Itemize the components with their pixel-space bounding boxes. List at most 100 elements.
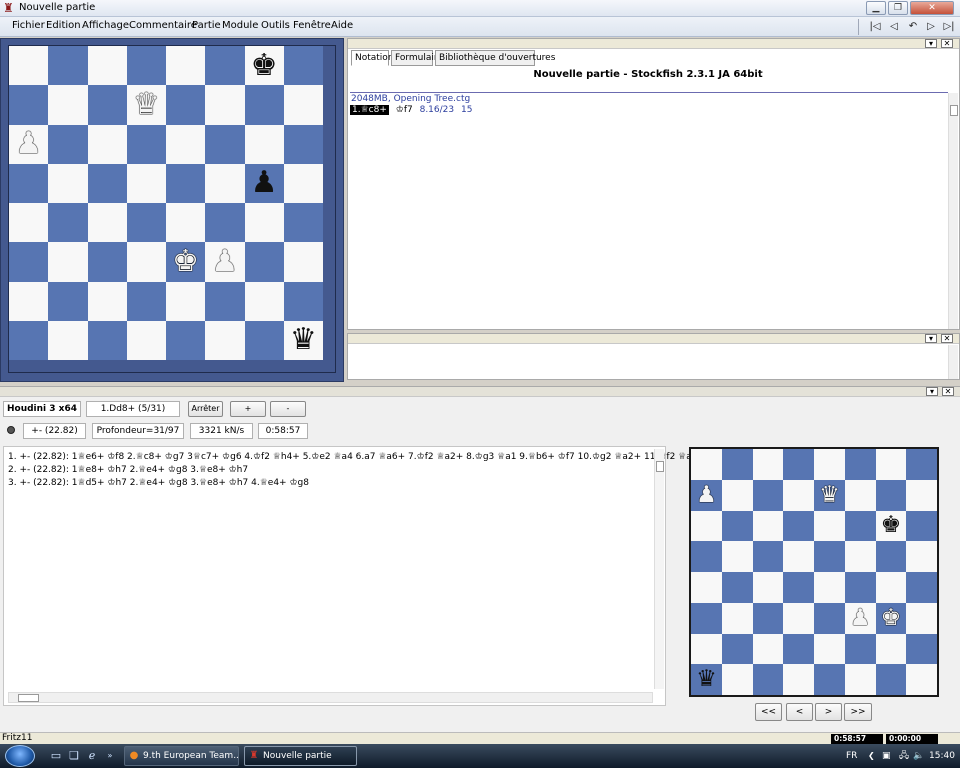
- small-square-e6[interactable]: [814, 510, 845, 542]
- panel-close-icon[interactable]: ✕: [941, 39, 953, 48]
- white-king-g3[interactable]: ♚: [876, 603, 907, 634]
- analysis-vscroll-thumb[interactable]: [656, 461, 664, 472]
- small-square-f4[interactable]: [844, 572, 876, 603]
- small-square-c3[interactable]: [752, 602, 784, 634]
- board-first-button[interactable]: <<: [755, 703, 782, 721]
- small-square-b2[interactable]: [721, 633, 753, 665]
- main-square-e1[interactable]: [166, 320, 206, 360]
- black-queen-h1[interactable]: ♛: [284, 321, 323, 360]
- main-square-g7[interactable]: [244, 85, 284, 125]
- main-square-a2[interactable]: [9, 281, 49, 321]
- white-pawn-a7[interactable]: ♟: [691, 480, 722, 511]
- black-king-g6[interactable]: ♚: [876, 511, 907, 542]
- last-move-icon[interactable]: ▷|: [941, 19, 957, 35]
- secondary-scrollbar[interactable]: [948, 345, 958, 379]
- analysis-hscroll[interactable]: [8, 692, 653, 703]
- main-square-b7[interactable]: [48, 85, 88, 125]
- small-square-h3[interactable]: [906, 602, 937, 634]
- small-square-b5[interactable]: [721, 541, 753, 572]
- takeback-icon[interactable]: ↶: [905, 19, 921, 35]
- menu-module[interactable]: Module: [222, 20, 258, 31]
- menu-fichier[interactable]: Fichier: [12, 20, 45, 31]
- small-square-e3[interactable]: [814, 602, 845, 634]
- main-square-e8[interactable]: [166, 46, 206, 86]
- small-square-a6[interactable]: [691, 510, 722, 542]
- main-square-c5[interactable]: [87, 163, 127, 203]
- main-square-a5[interactable]: [9, 163, 49, 203]
- small-square-b1[interactable]: [721, 664, 753, 695]
- small-square-h1[interactable]: [906, 664, 937, 695]
- white-king-e3[interactable]: ♚: [166, 242, 205, 281]
- small-square-d4[interactable]: [783, 572, 814, 603]
- black-queen-a1[interactable]: ♛: [691, 664, 722, 695]
- small-square-c1[interactable]: [752, 664, 784, 695]
- analysis-vscroll[interactable]: [654, 449, 664, 689]
- analysis-hscroll-thumb[interactable]: [18, 694, 39, 702]
- small-square-d6[interactable]: [783, 510, 814, 542]
- menu-aide[interactable]: Aide: [331, 20, 353, 31]
- small-square-d5[interactable]: [783, 541, 814, 572]
- main-square-g4[interactable]: [244, 203, 284, 243]
- menu-affichage[interactable]: Affichage: [82, 20, 129, 31]
- main-square-f7[interactable]: [205, 85, 245, 125]
- small-square-f8[interactable]: [844, 449, 876, 480]
- panel-close-icon[interactable]: ✕: [942, 387, 954, 396]
- white-pawn-a6[interactable]: ♟: [9, 125, 48, 164]
- small-square-h2[interactable]: [906, 633, 937, 665]
- small-square-a5[interactable]: [691, 541, 722, 572]
- menu-partie[interactable]: Partie: [192, 20, 221, 31]
- small-square-b6[interactable]: [721, 510, 753, 542]
- small-square-d7[interactable]: [783, 479, 814, 511]
- main-square-h4[interactable]: [283, 203, 323, 243]
- main-square-g1[interactable]: [244, 320, 284, 360]
- analysis-line-1[interactable]: 1. +- (22.82): 1♕e6+ ♔f8 2.♕c8+ ♔g7 3♕c7…: [8, 452, 692, 462]
- main-square-d2[interactable]: [126, 281, 166, 321]
- main-square-d5[interactable]: [126, 163, 166, 203]
- main-square-f5[interactable]: [205, 163, 245, 203]
- small-square-f2[interactable]: [844, 633, 876, 665]
- reply-move[interactable]: ♔f7: [396, 105, 413, 115]
- next-move-icon[interactable]: ▷: [923, 19, 939, 35]
- small-square-c4[interactable]: [752, 572, 784, 603]
- main-square-b8[interactable]: [48, 46, 88, 86]
- white-pawn-f3[interactable]: ♟: [845, 603, 876, 634]
- main-square-a7[interactable]: [9, 85, 49, 125]
- board-prev-button[interactable]: <: [786, 703, 813, 721]
- main-square-a8[interactable]: [9, 46, 49, 86]
- small-square-g5[interactable]: [875, 541, 907, 572]
- panel-close-icon[interactable]: ✕: [941, 334, 953, 343]
- main-square-f6[interactable]: [205, 124, 245, 164]
- tray-app-icon[interactable]: ▣: [882, 744, 891, 768]
- small-square-e8[interactable]: [814, 449, 845, 480]
- network-icon[interactable]: 🖧: [899, 744, 909, 768]
- main-square-f2[interactable]: [205, 281, 245, 321]
- small-square-d8[interactable]: [783, 449, 814, 480]
- black-pawn-g5[interactable]: ♟: [245, 164, 284, 203]
- panel-menu-icon[interactable]: ▾: [925, 39, 937, 48]
- main-square-c7[interactable]: [87, 85, 127, 125]
- add-line-button[interactable]: +: [230, 401, 266, 417]
- main-square-f8[interactable]: [205, 46, 245, 86]
- main-square-d8[interactable]: [126, 46, 166, 86]
- small-square-a2[interactable]: [691, 633, 722, 665]
- main-square-f1[interactable]: [205, 320, 245, 360]
- main-square-c3[interactable]: [87, 242, 127, 282]
- white-queen-d7[interactable]: ♛: [127, 85, 166, 124]
- main-square-d4[interactable]: [126, 203, 166, 243]
- main-square-e6[interactable]: [166, 124, 206, 164]
- small-square-h5[interactable]: [906, 541, 937, 572]
- main-square-b4[interactable]: [48, 203, 88, 243]
- engine-status-icon[interactable]: [3, 423, 19, 439]
- menu-outils[interactable]: Outils: [261, 20, 290, 31]
- show-desktop-icon[interactable]: ▭: [49, 749, 63, 763]
- main-square-c8[interactable]: [87, 46, 127, 86]
- white-queen-e7[interactable]: ♛: [814, 480, 845, 511]
- small-square-e2[interactable]: [814, 633, 845, 665]
- menu-fenetre[interactable]: Fenêtre: [293, 20, 331, 31]
- more-quicklaunch-icon[interactable]: »: [103, 749, 117, 763]
- small-square-f6[interactable]: [844, 510, 876, 542]
- main-square-b3[interactable]: [48, 242, 88, 282]
- board-last-button[interactable]: >>: [844, 703, 872, 721]
- main-square-c6[interactable]: [87, 124, 127, 164]
- black-king-g8[interactable]: ♚: [245, 46, 284, 85]
